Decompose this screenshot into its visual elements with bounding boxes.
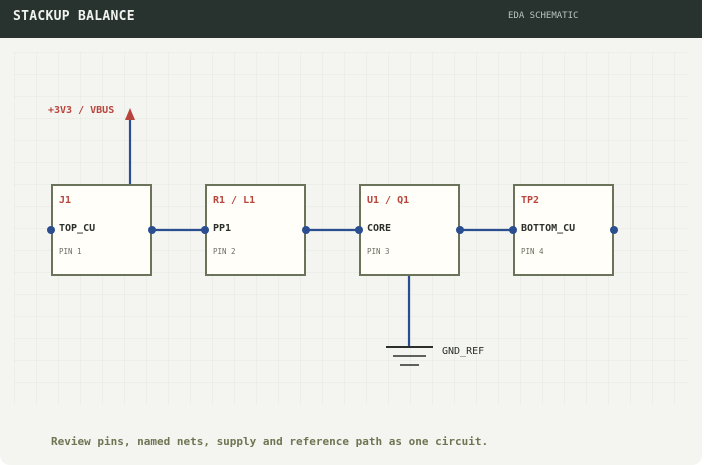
title-bar: STACKUP BALANCE EDA SCHEMATIC <box>0 0 702 38</box>
component-j1[interactable]: J1 TOP_CU PIN 1 <box>51 184 152 276</box>
component-u1-q1[interactable]: U1 / Q1 CORE PIN 3 <box>359 184 460 276</box>
pin-dot[interactable] <box>355 226 363 234</box>
component-ref: R1 / L1 <box>213 195 255 206</box>
pin-dot[interactable] <box>610 226 618 234</box>
component-pin: PIN 3 <box>367 247 390 256</box>
pin-dot[interactable] <box>47 226 55 234</box>
component-r1-l1[interactable]: R1 / L1 PP1 PIN 2 <box>205 184 306 276</box>
component-ref: J1 <box>59 195 71 206</box>
component-net: BOTTOM_CU <box>521 223 575 234</box>
review-caption: Review pins, named nets, supply and refe… <box>51 435 489 448</box>
ground-label: GND_REF <box>442 346 484 357</box>
component-net: CORE <box>367 223 391 234</box>
component-net: TOP_CU <box>59 223 95 234</box>
pin-dot[interactable] <box>201 226 209 234</box>
component-pin: PIN 4 <box>521 247 544 256</box>
pin-dot[interactable] <box>148 226 156 234</box>
pin-dot[interactable] <box>302 226 310 234</box>
component-ref: U1 / Q1 <box>367 195 409 206</box>
component-net: PP1 <box>213 223 231 234</box>
component-pin: PIN 1 <box>59 247 82 256</box>
component-tp2[interactable]: TP2 BOTTOM_CU PIN 4 <box>513 184 614 276</box>
app-title: STACKUP BALANCE <box>13 9 135 24</box>
supply-label: +3V3 / VBUS <box>48 105 114 116</box>
pin-dot[interactable] <box>509 226 517 234</box>
pin-dot[interactable] <box>456 226 464 234</box>
schematic-window: STACKUP BALANCE EDA SCHEMATIC +3V3 / VBU… <box>0 0 702 465</box>
component-pin: PIN 2 <box>213 247 236 256</box>
component-ref: TP2 <box>521 195 539 206</box>
app-subtitle: EDA SCHEMATIC <box>508 11 579 21</box>
schematic-canvas: +3V3 / VBUS GND_REF J1 TOP_CU PIN 1 R1 /… <box>14 52 688 404</box>
